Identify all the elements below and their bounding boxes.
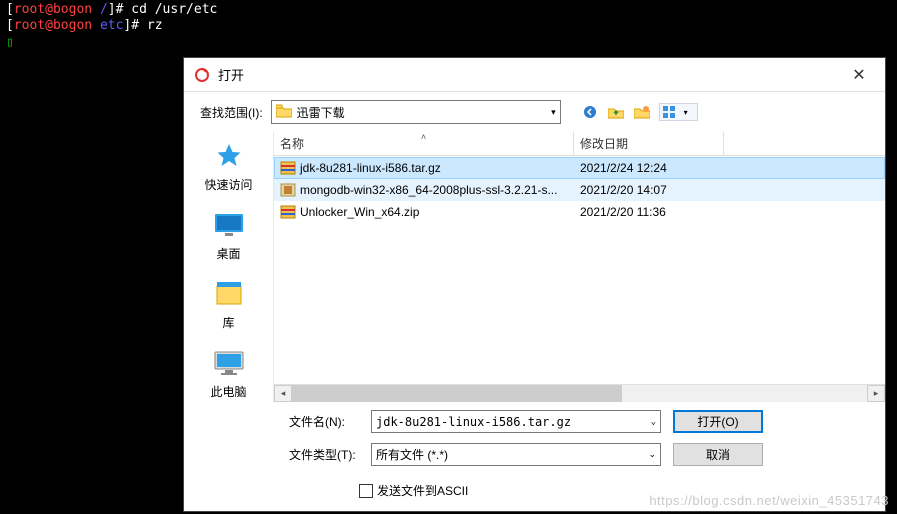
scroll-right-button[interactable]: ▸ xyxy=(867,385,885,402)
app-icon xyxy=(194,67,210,83)
lookin-label: 查找范围(I): xyxy=(200,104,263,121)
new-folder-icon[interactable] xyxy=(633,103,651,121)
chevron-down-icon: ▾ xyxy=(551,107,556,118)
lookin-row: 查找范围(I): 迅雷下载 ▾ ▾ xyxy=(184,92,885,132)
nav-toolbar: ▾ xyxy=(581,103,698,121)
dialog-titlebar: 打开 ✕ xyxy=(184,58,885,92)
chevron-down-icon: ⌄ xyxy=(648,449,656,460)
cancel-button[interactable]: 取消 xyxy=(673,443,763,466)
file-date: 2021/2/24 12:24 xyxy=(574,161,724,175)
file-name: Unlocker_Win_x64.zip xyxy=(300,205,419,219)
scroll-track[interactable] xyxy=(292,385,867,402)
scroll-thumb[interactable] xyxy=(292,385,622,402)
sidebar-item-thispc[interactable]: 此电脑 xyxy=(184,341,273,402)
archive-icon xyxy=(280,160,296,176)
back-icon[interactable] xyxy=(581,103,599,121)
close-button[interactable]: ✕ xyxy=(839,60,879,90)
up-folder-icon[interactable] xyxy=(607,103,625,121)
view-menu-icon[interactable]: ▾ xyxy=(659,103,698,121)
filetype-combo[interactable]: 所有文件 (*.*) ⌄ xyxy=(371,443,661,466)
star-icon xyxy=(211,138,247,174)
ascii-label: 发送文件到ASCII xyxy=(377,482,468,499)
filename-value: jdk-8u281-linux-i586.tar.gz xyxy=(376,415,571,429)
filename-combo[interactable]: jdk-8u281-linux-i586.tar.gz ⌄ xyxy=(371,410,661,433)
terminal: [root@bogon /]# cd /usr/etc [root@bogon … xyxy=(0,0,897,53)
column-header-name[interactable]: ˄ 名称 xyxy=(274,132,574,155)
desktop-icon xyxy=(211,207,247,243)
computer-icon xyxy=(211,345,247,381)
watermark: https://blog.csdn.net/weixin_45351743 xyxy=(649,493,889,508)
file-date: 2021/2/20 14:07 xyxy=(574,183,724,197)
terminal-cursor: ▯ xyxy=(6,35,14,50)
horizontal-scrollbar[interactable]: ◂ ▸ xyxy=(274,384,885,402)
file-row[interactable]: jdk-8u281-linux-i586.tar.gz 2021/2/24 12… xyxy=(274,157,885,179)
places-sidebar: 快速访问 桌面 库 此电脑 网络 xyxy=(184,132,274,402)
file-date: 2021/2/20 11:36 xyxy=(574,205,724,219)
sort-ascending-icon: ˄ xyxy=(421,132,426,142)
sidebar-item-desktop[interactable]: 桌面 xyxy=(184,203,273,268)
libraries-icon xyxy=(211,276,247,312)
file-name: mongodb-win32-x86_64-2008plus-ssl-3.2.21… xyxy=(300,183,557,197)
filename-label: 文件名(N): xyxy=(289,413,359,430)
dialog-title: 打开 xyxy=(218,65,839,84)
chevron-down-icon: ⌄ xyxy=(651,417,656,427)
folder-icon xyxy=(276,104,292,121)
archive-icon xyxy=(280,204,296,220)
file-list-pane: ˄ 名称 修改日期 jdk-8u281-linux-i586.tar.gz 20… xyxy=(274,132,885,402)
lookin-value: 迅雷下载 xyxy=(297,104,345,121)
file-list-header: ˄ 名称 修改日期 xyxy=(274,132,885,156)
sidebar-item-quickaccess[interactable]: 快速访问 xyxy=(184,134,273,199)
checkbox-icon[interactable] xyxy=(359,484,373,498)
scroll-left-button[interactable]: ◂ xyxy=(274,385,292,402)
msi-icon xyxy=(280,182,296,198)
lookin-dropdown[interactable]: 迅雷下载 ▾ xyxy=(271,100,561,124)
dialog-body: 快速访问 桌面 库 此电脑 网络 ˄ xyxy=(184,132,885,402)
filetype-label: 文件类型(T): xyxy=(289,446,359,463)
sidebar-item-libraries[interactable]: 库 xyxy=(184,272,273,337)
filetype-value: 所有文件 (*.*) xyxy=(376,446,448,463)
open-button[interactable]: 打开(O) xyxy=(673,410,763,433)
open-file-dialog: 打开 ✕ 查找范围(I): 迅雷下载 ▾ ▾ 快速访问 xyxy=(183,57,886,512)
file-list[interactable]: jdk-8u281-linux-i586.tar.gz 2021/2/24 12… xyxy=(274,156,885,384)
file-name: jdk-8u281-linux-i586.tar.gz xyxy=(300,161,441,175)
file-row[interactable]: Unlocker_Win_x64.zip 2021/2/20 11:36 xyxy=(274,201,885,223)
file-row[interactable]: mongodb-win32-x86_64-2008plus-ssl-3.2.21… xyxy=(274,179,885,201)
dialog-bottom: 文件名(N): jdk-8u281-linux-i586.tar.gz ⌄ 打开… xyxy=(184,402,885,476)
column-header-modified[interactable]: 修改日期 xyxy=(574,132,724,155)
close-icon: ✕ xyxy=(852,65,865,85)
